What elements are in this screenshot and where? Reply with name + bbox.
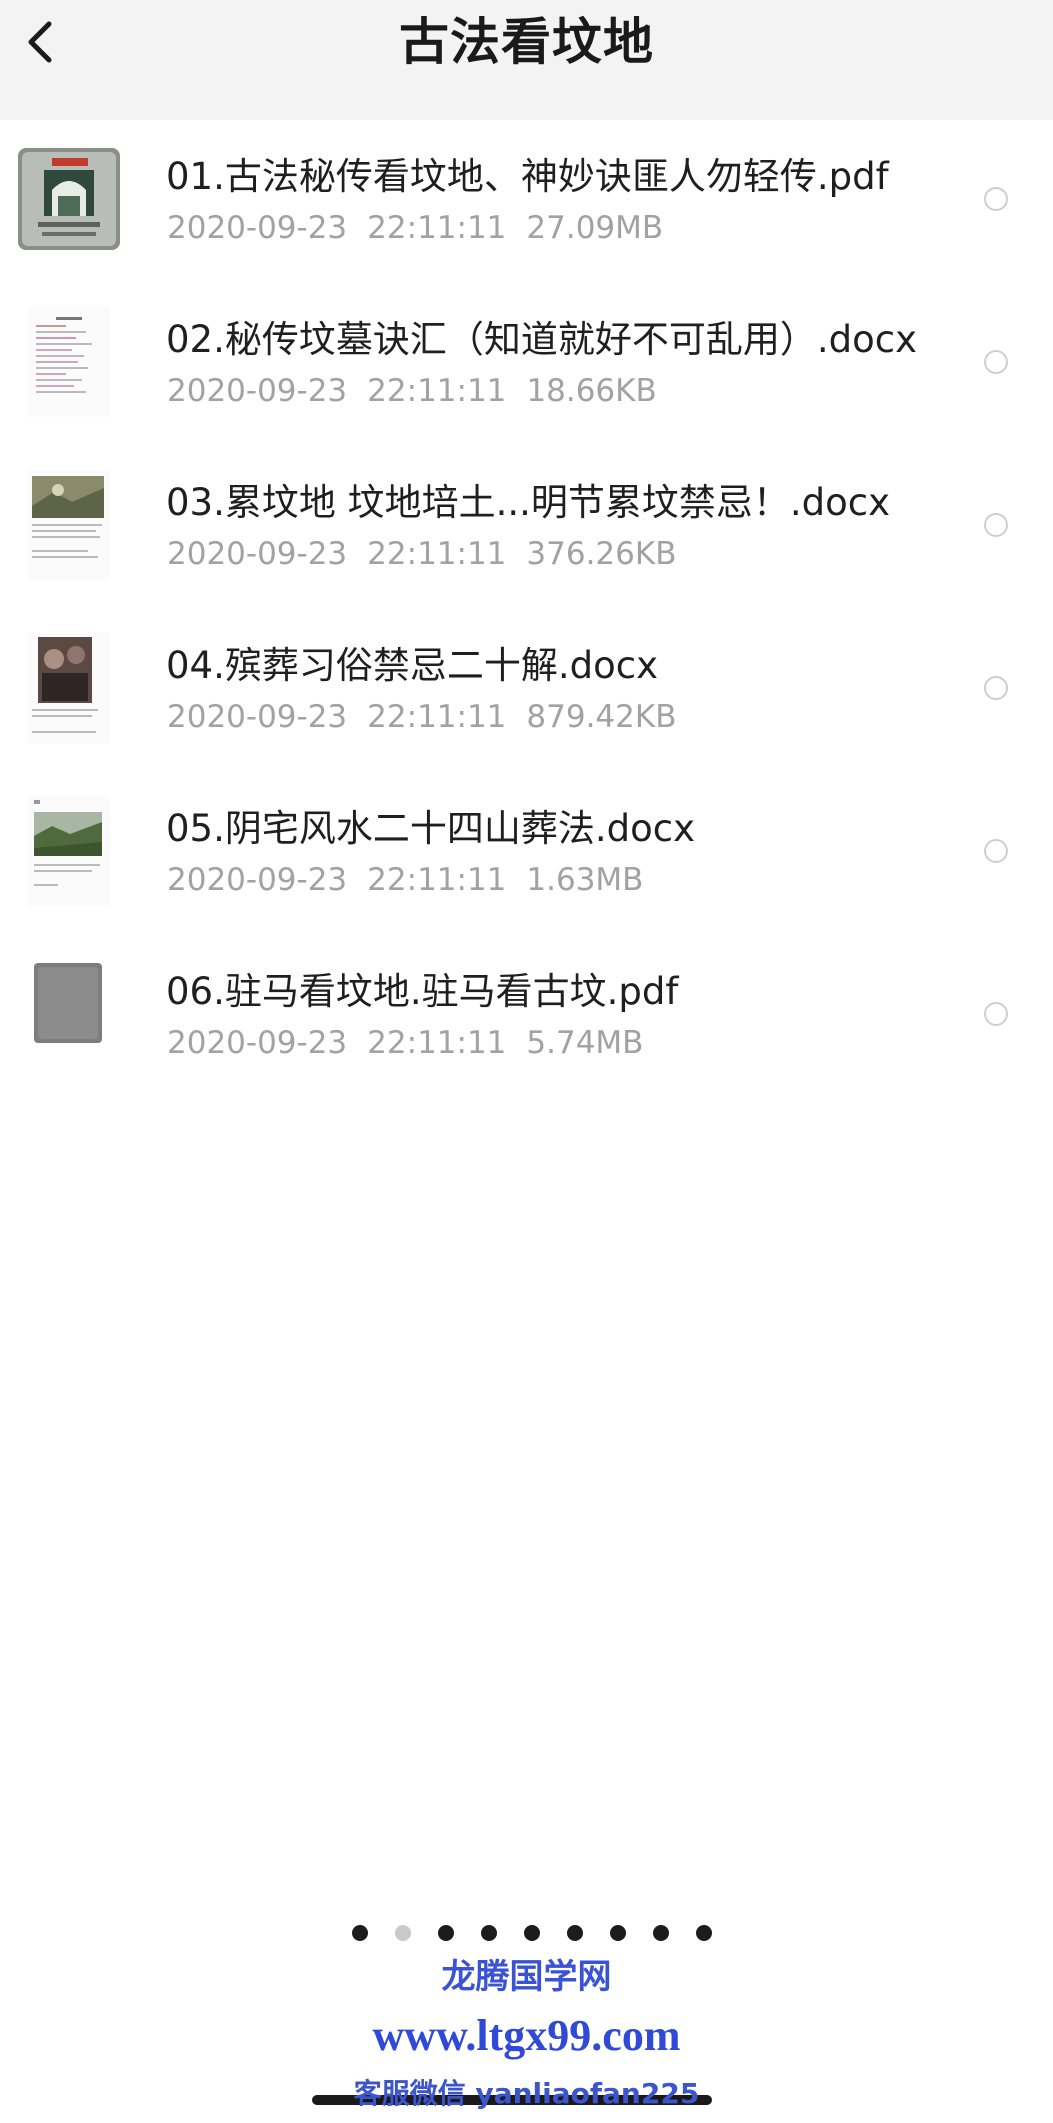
file-size: 27.09MB	[526, 210, 664, 246]
document-text-thumbnail	[14, 307, 124, 417]
header-bar: 古法看坟地	[0, 0, 1053, 120]
watermark-contact: 客服微信 yanliaofan225	[353, 2077, 700, 2110]
file-date: 2020-09-23	[167, 210, 348, 246]
page-dot[interactable]	[437, 1925, 454, 1941]
page-dot[interactable]	[695, 1925, 712, 1941]
file-time: 22:11:11	[367, 373, 507, 409]
file-row[interactable]: 01.古法秘传看坟地、神妙诀匪人勿轻传.pdf 2020-09-23 22:11:…	[0, 138, 1053, 301]
file-date: 2020-09-23	[167, 862, 348, 898]
file-meta: 2020-09-23 22:11:11 376.26KB	[167, 534, 696, 574]
file-name: 01.古法秘传看坟地、神妙诀匪人勿轻传.pdf	[166, 155, 889, 198]
file-date: 2020-09-23	[167, 699, 348, 735]
file-date: 2020-09-23	[167, 1025, 348, 1061]
file-meta: 2020-09-23 22:11:11 5.74MB	[167, 1023, 663, 1063]
select-radio[interactable]	[984, 839, 1008, 863]
pdf-book-thumbnail	[14, 144, 124, 254]
file-row[interactable]: 06.驻马看坟地.驻马看古坟.pdf 2020-09-23 22:11:11 5.7…	[0, 953, 1053, 1116]
page-dot[interactable]	[480, 1925, 497, 1941]
select-radio[interactable]	[984, 1002, 1008, 1026]
file-size: 376.26KB	[526, 536, 677, 572]
page-dot[interactable]	[652, 1925, 669, 1941]
page-dot-active[interactable]	[394, 1925, 411, 1941]
watermark-url: www.ltgx99.com	[372, 2011, 681, 2060]
file-row[interactable]: 04.殡葬习俗禁忌二十解.docx 2020-09-23 22:11:11 879.…	[0, 627, 1053, 790]
file-size: 5.74MB	[526, 1025, 644, 1061]
page-dot[interactable]	[566, 1925, 583, 1941]
file-date: 2020-09-23	[167, 536, 348, 572]
file-time: 22:11:11	[367, 210, 507, 246]
file-date: 2020-09-23	[167, 373, 348, 409]
file-time: 22:11:11	[367, 1025, 507, 1061]
select-radio[interactable]	[984, 676, 1008, 700]
file-time: 22:11:11	[367, 699, 507, 735]
page-dot[interactable]	[523, 1925, 540, 1941]
file-time: 22:11:11	[367, 862, 507, 898]
file-name: 05.阴宅风水二十四山葬法.docx	[166, 807, 695, 850]
file-browser-screen: 古法看坟地 01.古法秘传看坟地、神妙诀匪人勿轻传.pdf 2020-09-23…	[0, 0, 1053, 2123]
file-row[interactable]: 02.秘传坟墓诀汇（知道就好不可乱用）.docx 2020-09-23 22:11…	[0, 301, 1053, 464]
file-name: 03.累坟地 坟地培土...明节累坟禁忌！.docx	[166, 481, 891, 524]
select-radio[interactable]	[984, 513, 1008, 537]
page-indicator	[0, 1925, 1053, 1941]
select-radio[interactable]	[984, 187, 1008, 211]
file-name: 02.秘传坟墓诀汇（知道就好不可乱用）.docx	[166, 318, 917, 361]
page-dot[interactable]	[351, 1925, 368, 1941]
file-size: 879.42KB	[526, 699, 677, 735]
watermark-site-name: 龙腾国学网	[441, 1957, 612, 1997]
file-name: 06.驻马看坟地.驻马看古坟.pdf	[166, 970, 679, 1013]
file-meta: 2020-09-23 22:11:11 1.63MB	[167, 860, 663, 900]
file-meta: 2020-09-23 22:11:11 27.09MB	[167, 208, 683, 248]
file-meta: 2020-09-23 22:11:11 879.42KB	[167, 697, 696, 737]
file-size: 1.63MB	[526, 862, 644, 898]
file-size: 18.66KB	[526, 373, 657, 409]
file-meta: 2020-09-23 22:11:11 18.66KB	[167, 371, 677, 411]
file-row[interactable]: 03.累坟地 坟地培土...明节累坟禁忌！.docx 2020-09-23 22:…	[0, 464, 1053, 627]
file-name: 04.殡葬习俗禁忌二十解.docx	[166, 644, 658, 687]
pdf-gray-thumbnail	[14, 959, 124, 1069]
file-list: 01.古法秘传看坟地、神妙诀匪人勿轻传.pdf 2020-09-23 22:11:…	[0, 138, 1053, 1116]
document-photo-thumbnail	[14, 796, 124, 906]
document-photo-thumbnail	[14, 633, 124, 743]
page-title: 古法看坟地	[399, 13, 654, 71]
file-row[interactable]: 05.阴宅风水二十四山葬法.docx 2020-09-23 22:11:11 1.6…	[0, 790, 1053, 953]
page-dot[interactable]	[609, 1925, 626, 1941]
document-photo-thumbnail	[14, 470, 124, 580]
select-radio[interactable]	[984, 350, 1008, 374]
file-time: 22:11:11	[367, 536, 507, 572]
